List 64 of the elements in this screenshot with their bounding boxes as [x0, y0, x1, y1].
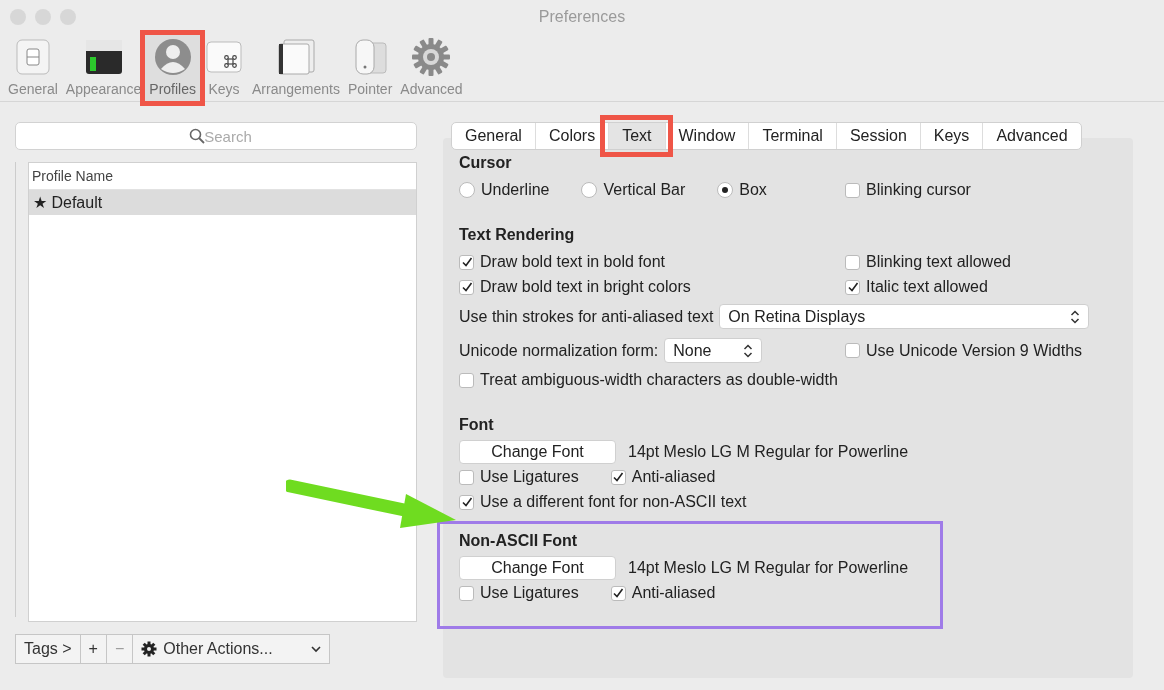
option-label[interactable]: Use Ligatures: [480, 468, 579, 486]
setting-label: Unicode normalization form:: [459, 341, 659, 360]
option-label[interactable]: Draw bold text in bright colors: [480, 278, 691, 296]
option-label[interactable]: Underline: [481, 181, 550, 199]
option-label[interactable]: Anti-aliased: [631, 468, 716, 486]
change-font-button[interactable]: Change Font: [459, 440, 616, 464]
setting-label: Use thin strokes for anti-aliased text: [459, 307, 714, 326]
gear-icon: [141, 641, 158, 657]
search-icon: [189, 128, 205, 144]
resize-handle[interactable]: [15, 162, 16, 617]
checkbox[interactable]: [459, 469, 474, 485]
dropdown[interactable]: None: [664, 338, 763, 363]
toolbar-button[interactable]: +: [79, 634, 107, 664]
checkbox[interactable]: [459, 254, 474, 270]
window-title: Preferences: [538, 8, 626, 26]
tab[interactable]: General: [452, 123, 535, 149]
section-title: Non-ASCII Font: [459, 532, 579, 550]
radio-button[interactable]: [459, 182, 475, 198]
gear-icon: [411, 37, 452, 77]
option-label[interactable]: Use a different font for non-ASCII text: [480, 493, 747, 511]
section-title: Cursor: [459, 154, 513, 172]
profile-row[interactable]: ★ Default: [29, 190, 416, 215]
dropdown[interactable]: On Retina Displays: [719, 304, 1090, 329]
checkbox[interactable]: [610, 469, 626, 485]
search-field[interactable]: Search: [15, 122, 417, 150]
tab[interactable]: Window: [664, 123, 749, 149]
terminal-window-icon: [83, 37, 124, 77]
checkbox[interactable]: [459, 494, 474, 510]
up-down-chevron-icon: [1070, 309, 1081, 324]
toolbar-button[interactable]: Tags >: [15, 634, 81, 664]
radio-button[interactable]: [717, 182, 734, 198]
section-title: Font: [459, 416, 495, 434]
option-label[interactable]: Draw bold text in bold font: [480, 253, 665, 271]
radio-button[interactable]: [581, 182, 598, 198]
setting-label: 14pt Meslo LG M Regular for Powerline: [628, 559, 909, 577]
checkbox[interactable]: [845, 182, 860, 198]
tab[interactable]: Keys: [919, 123, 983, 149]
tab[interactable]: Advanced: [982, 123, 1081, 149]
checkbox[interactable]: [459, 279, 474, 295]
option-label[interactable]: Use Unicode Version 9 Widths: [866, 341, 1083, 360]
option-label[interactable]: Anti-aliased: [631, 584, 716, 602]
option-label[interactable]: Use Ligatures: [480, 584, 579, 602]
section-title: Text Rendering: [459, 226, 576, 244]
option-label[interactable]: Blinking cursor: [866, 181, 971, 199]
setting-label: 14pt Meslo LG M Regular for Powerline: [628, 443, 909, 461]
checkbox[interactable]: [459, 372, 474, 388]
option-label[interactable]: Blinking text allowed: [866, 253, 1011, 271]
option-label[interactable]: Italic text allowed: [866, 278, 988, 296]
option-label[interactable]: Box: [739, 181, 767, 199]
other-actions-menu[interactable]: Other Actions...: [132, 634, 331, 664]
checkbox[interactable]: [845, 279, 860, 295]
tab[interactable]: Session: [835, 123, 920, 149]
option-label[interactable]: Treat ambiguous-width characters as double-width: [480, 371, 838, 389]
up-down-chevron-icon: [743, 343, 754, 358]
checkbox[interactable]: [845, 254, 860, 270]
option-label[interactable]: Vertical Bar: [603, 181, 686, 199]
person-icon: [152, 37, 193, 77]
chevron-down-icon: [311, 645, 322, 653]
checkbox[interactable]: [845, 343, 860, 358]
checkbox[interactable]: [610, 585, 626, 601]
change-font-button[interactable]: Change Font: [459, 556, 616, 580]
windows-icon: [276, 37, 316, 77]
tab[interactable]: Terminal: [748, 123, 836, 149]
checkbox[interactable]: [459, 585, 474, 601]
